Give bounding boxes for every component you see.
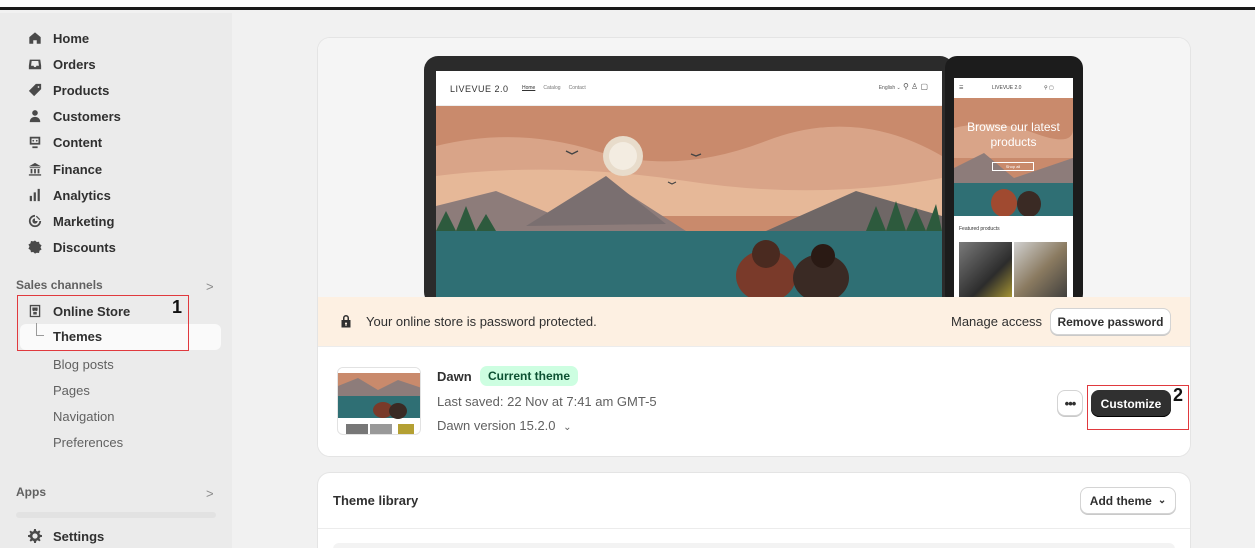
inbox-icon bbox=[28, 57, 42, 71]
sidebar-item-blog-posts[interactable]: Blog posts bbox=[53, 353, 114, 375]
more-actions-button[interactable]: ••• bbox=[1057, 390, 1083, 416]
remove-password-button[interactable]: Remove password bbox=[1050, 308, 1171, 335]
discount-icon bbox=[28, 240, 42, 254]
bar-chart-icon bbox=[28, 188, 42, 202]
preview-featured-label: Featured products bbox=[959, 226, 1000, 232]
preview-hero-image bbox=[436, 106, 942, 297]
sidebar-item-home[interactable]: Home bbox=[28, 27, 89, 49]
preview-product-image bbox=[959, 242, 1012, 302]
sidebar-item-customers[interactable]: Customers bbox=[28, 105, 121, 127]
theme-version-dropdown[interactable]: Dawn version 15.2.0 ⌄ bbox=[437, 418, 572, 433]
chevron-down-icon: ⌄ bbox=[1157, 495, 1167, 506]
sidebar-item-pages[interactable]: Pages bbox=[53, 379, 90, 401]
desktop-preview[interactable]: LIVEVUE 2.0 Home Catalog Contact English ⌄… bbox=[424, 56, 954, 306]
preview-shop-all-button: Shop all bbox=[992, 162, 1034, 171]
home-icon bbox=[28, 31, 42, 45]
preview-menu-icon: ☰ bbox=[959, 85, 964, 91]
sidebar-item-orders[interactable]: Orders bbox=[28, 53, 96, 75]
annotation-number-2: 2 bbox=[1173, 385, 1184, 405]
divider bbox=[318, 528, 1190, 529]
mobile-preview[interactable]: ☰ LIVEVUE 2.0 ⚲ ▢ Browse our latest prod… bbox=[945, 56, 1083, 308]
sidebar-item-navigation[interactable]: Navigation bbox=[53, 405, 114, 427]
preview-mobile-hero-text: Browse our latest products bbox=[967, 120, 1060, 149]
person-icon bbox=[28, 109, 42, 123]
preview-search-icon: ⚲ bbox=[902, 82, 909, 91]
annotation-number-1: 1 bbox=[172, 297, 183, 317]
current-theme-badge: Current theme bbox=[480, 366, 579, 386]
gear-icon bbox=[28, 529, 42, 543]
theme-library-list bbox=[333, 543, 1175, 548]
preview-mobile-header: ☰ LIVEVUE 2.0 ⚲ ▢ bbox=[959, 85, 1054, 91]
preview-store-header: LIVEVUE 2.0 Home Catalog Contact English ⌄… bbox=[436, 71, 942, 106]
preview-mobile-search-icon: ⚲ ▢ bbox=[1044, 85, 1054, 91]
tag-icon bbox=[28, 83, 42, 97]
sales-channels-label: Sales channels bbox=[16, 278, 103, 292]
password-message: Your online store is password protected. bbox=[366, 314, 597, 329]
last-saved-text: Last saved: 22 Nov at 7:41 am GMT-5 bbox=[437, 394, 657, 409]
apps-divider bbox=[16, 512, 216, 518]
sidebar-item-content[interactable]: Content bbox=[28, 131, 102, 153]
bank-icon bbox=[28, 162, 42, 176]
sidebar-item-analytics[interactable]: Analytics bbox=[28, 184, 111, 206]
preview-mobile-hero-image bbox=[954, 98, 1073, 216]
apps-chevron-icon[interactable]: > bbox=[206, 486, 214, 501]
theme-name: Dawn bbox=[437, 369, 472, 384]
theme-library-card: Theme library Add theme ⌄ bbox=[318, 473, 1190, 548]
sidebar-item-settings[interactable]: Settings bbox=[28, 525, 104, 547]
sidebar-item-marketing[interactable]: Marketing bbox=[28, 210, 114, 232]
preview-store-logo: LIVEVUE 2.0 bbox=[450, 84, 509, 94]
sidebar-item-preferences[interactable]: Preferences bbox=[53, 431, 123, 453]
preview-account-icon: ♙ bbox=[911, 82, 919, 91]
add-theme-button[interactable]: Add theme ⌄ bbox=[1080, 487, 1176, 514]
current-theme-card: LIVEVUE 2.0 Home Catalog Contact English ⌄… bbox=[318, 38, 1190, 456]
sidebar-item-finance[interactable]: Finance bbox=[28, 158, 102, 180]
top-bar bbox=[0, 0, 1255, 10]
target-icon bbox=[28, 214, 42, 228]
theme-library-title: Theme library bbox=[333, 493, 419, 508]
chevron-down-icon: ⌄ bbox=[563, 422, 572, 433]
sales-channels-chevron-icon[interactable]: > bbox=[206, 279, 214, 294]
lock-icon bbox=[341, 315, 351, 328]
sidebar-item-products[interactable]: Products bbox=[28, 79, 109, 101]
annotation-box-1 bbox=[17, 295, 189, 351]
preview-product-image bbox=[1014, 242, 1067, 302]
manage-access-link[interactable]: Manage access bbox=[951, 314, 1042, 329]
sidebar-item-discounts[interactable]: Discounts bbox=[28, 236, 116, 258]
theme-thumbnail[interactable] bbox=[337, 367, 421, 435]
current-theme-row: Dawn Current theme Last saved: 22 Nov at… bbox=[318, 346, 1190, 456]
password-protected-banner: Your online store is password protected.… bbox=[318, 297, 1190, 346]
apps-label: Apps bbox=[16, 485, 46, 499]
theme-preview: LIVEVUE 2.0 Home Catalog Contact English ⌄… bbox=[318, 38, 1190, 308]
preview-cart-icon: ▢ bbox=[920, 82, 928, 91]
content-icon bbox=[28, 135, 42, 149]
